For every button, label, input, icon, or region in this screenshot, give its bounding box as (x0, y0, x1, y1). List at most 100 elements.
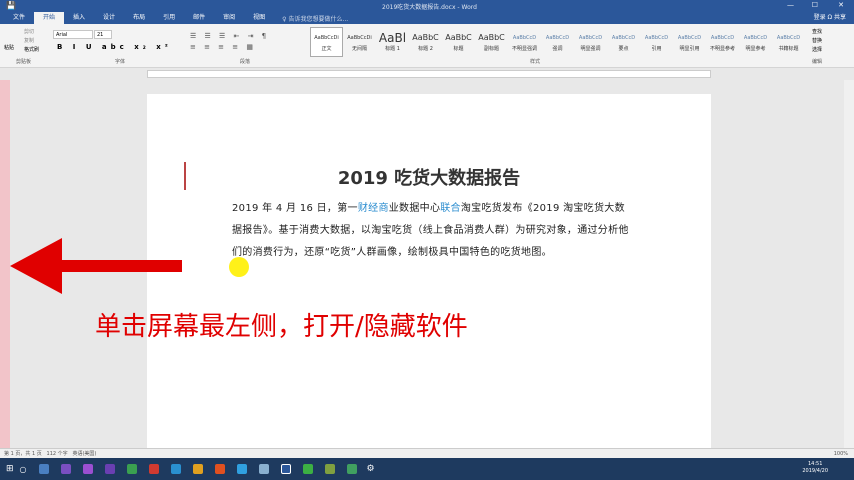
select-button[interactable]: 选择 (812, 46, 822, 53)
style-3[interactable]: AaBbC 标题 2 (409, 27, 442, 57)
horizontal-ruler[interactable] (0, 68, 854, 80)
maximize-icon[interactable]: ☐ (812, 1, 818, 9)
app-icon[interactable] (258, 464, 269, 474)
tab-insert[interactable]: 插入 (64, 12, 94, 24)
group-paragraph: 段落 (240, 59, 251, 65)
status-bar: 第 1 页，共 1 页 112 个字 英语(美国) 100% (0, 448, 854, 458)
page-count[interactable]: 第 1 页，共 1 页 (4, 451, 42, 457)
style-10[interactable]: AaBbCcD 引用 (640, 27, 673, 57)
style-name: 明显引用 (679, 46, 700, 52)
clock-time: 14:51 (807, 461, 823, 467)
search-icon[interactable]: ○ (20, 465, 27, 474)
find-button[interactable]: 查找 (812, 28, 822, 35)
tab-file[interactable]: 文件 (4, 12, 34, 24)
paste-button[interactable]: 粘贴 (4, 44, 14, 51)
close-icon[interactable]: ✕ (838, 1, 844, 9)
word-count[interactable]: 112 个字 (47, 451, 68, 457)
style-name: 标题 (453, 46, 464, 52)
style-name: 副标题 (483, 46, 499, 52)
style-6[interactable]: AaBbCcD 不明显强调 (508, 27, 541, 57)
style-sample: AaBbCcD (578, 35, 603, 41)
font-name-select[interactable]: Arial (53, 30, 93, 39)
app-icon[interactable] (148, 464, 159, 474)
language[interactable]: 英语(美国) (72, 451, 96, 457)
style-sample: AaBbCcD (710, 35, 735, 41)
tab-references[interactable]: 引用 (154, 12, 184, 24)
style-12[interactable]: AaBbCcD 不明显参考 (706, 27, 739, 57)
font-format-buttons[interactable]: B I U abc x₂ x² (57, 43, 172, 51)
style-0[interactable]: AaBbCcDi 正文 (310, 27, 343, 57)
taskbar: ⊞ ○ ⚙ (0, 458, 854, 480)
app-icon[interactable] (38, 464, 49, 474)
style-9[interactable]: AaBbCcD 要点 (607, 27, 640, 57)
style-name: 要点 (618, 46, 629, 52)
replace-button[interactable]: 替换 (812, 37, 822, 44)
chrome-icon[interactable] (192, 464, 203, 474)
minimize-icon[interactable]: — (787, 1, 794, 9)
start-icon[interactable]: ⊞ (6, 464, 14, 474)
tab-mailings[interactable]: 邮件 (184, 12, 214, 24)
window-title: 2019吃货大数据报告.docx - Word (382, 4, 477, 11)
style-name: 不明显参考 (709, 46, 735, 52)
tab-review[interactable]: 审阅 (214, 12, 244, 24)
browser-icon[interactable] (170, 464, 181, 474)
style-sample: AaBbCcD (545, 35, 570, 41)
style-14[interactable]: AaBbCcD 书籍标题 (772, 27, 805, 57)
app-icon[interactable] (126, 464, 137, 474)
style-4[interactable]: AaBbC 标题 (442, 27, 475, 57)
style-sample: AaBbC (445, 33, 472, 42)
tell-me-search[interactable]: ♀ 告诉我您想要做什么... (282, 14, 348, 23)
tab-home[interactable]: 开始 (34, 12, 65, 24)
red-arrow-icon (10, 238, 182, 294)
style-sample: AaBbC (478, 33, 505, 42)
app-icon[interactable] (324, 464, 335, 474)
vs-code-icon[interactable] (104, 464, 115, 474)
settings-icon[interactable]: ⚙ (367, 464, 375, 474)
cut-button[interactable]: 剪切 (24, 28, 34, 35)
clock-date: 2019/4/20 (802, 468, 828, 474)
style-name: 明显强调 (580, 46, 601, 52)
style-11[interactable]: AaBbCcD 明显引用 (673, 27, 706, 57)
align-buttons[interactable]: ≡ ≡ ≡ ≡ ▦ (190, 43, 256, 51)
style-sample: AaBbCcD (512, 35, 537, 41)
style-7[interactable]: AaBbCcD 强调 (541, 27, 574, 57)
app-icon[interactable] (236, 464, 247, 474)
wechat-icon[interactable] (302, 464, 313, 474)
group-clipboard: 剪贴板 (16, 59, 32, 65)
para-text: 2019 年 4 月 16 日，第一 (232, 203, 358, 214)
style-name: 正文 (321, 46, 332, 52)
word-icon[interactable] (280, 464, 291, 474)
group-styles: 样式 (530, 59, 541, 65)
tab-layout[interactable]: 布局 (124, 12, 154, 24)
style-sample: AaBbCcD (644, 35, 669, 41)
style-2[interactable]: AaBl 标题 1 (376, 27, 409, 57)
font-size-select[interactable]: 21 (94, 30, 112, 39)
clock[interactable]: 14:51 2019/4/20 (802, 461, 828, 475)
style-8[interactable]: AaBbCcD 明显强调 (574, 27, 607, 57)
style-sample: AaBl (378, 31, 407, 45)
app-icon[interactable] (346, 464, 357, 474)
paragraph-buttons[interactable]: ☰ ☰ ☰ ⇤ ⇥ ¶ (190, 32, 269, 40)
style-sample: AaBbCcDi (347, 35, 372, 41)
format-painter-button[interactable]: 格式刷 (24, 46, 39, 53)
style-sample: AaBbCcD (611, 35, 636, 41)
style-13[interactable]: AaBbCcD 明显参考 (739, 27, 772, 57)
ribbon: 粘贴 剪切 复制 格式刷 Arial 21 B I U abc x₂ x² ☰ … (0, 24, 854, 68)
tab-design[interactable]: 设计 (94, 12, 124, 24)
style-sample: AaBbC (412, 33, 439, 42)
para-text: 业数据中心 (388, 203, 441, 214)
save-icon[interactable]: 💾 (6, 1, 16, 10)
copy-button[interactable]: 复制 (24, 37, 34, 44)
style-1[interactable]: AaBbCcDi 无间隔 (343, 27, 376, 57)
style-name: 无间隔 (351, 46, 367, 52)
visual-studio-icon[interactable] (82, 464, 93, 474)
tab-view[interactable]: 视图 (244, 12, 274, 24)
visual-studio-icon[interactable] (60, 464, 71, 474)
vertical-scrollbar[interactable] (844, 80, 854, 448)
vertical-ruler[interactable] (0, 80, 10, 448)
style-5[interactable]: AaBbC 副标题 (475, 27, 508, 57)
mouse-highlight (229, 257, 249, 277)
share-button[interactable]: 登录 Ω 共享 (814, 12, 846, 24)
app-icon[interactable] (214, 464, 225, 474)
style-sample: AaBbCcD (776, 35, 801, 41)
